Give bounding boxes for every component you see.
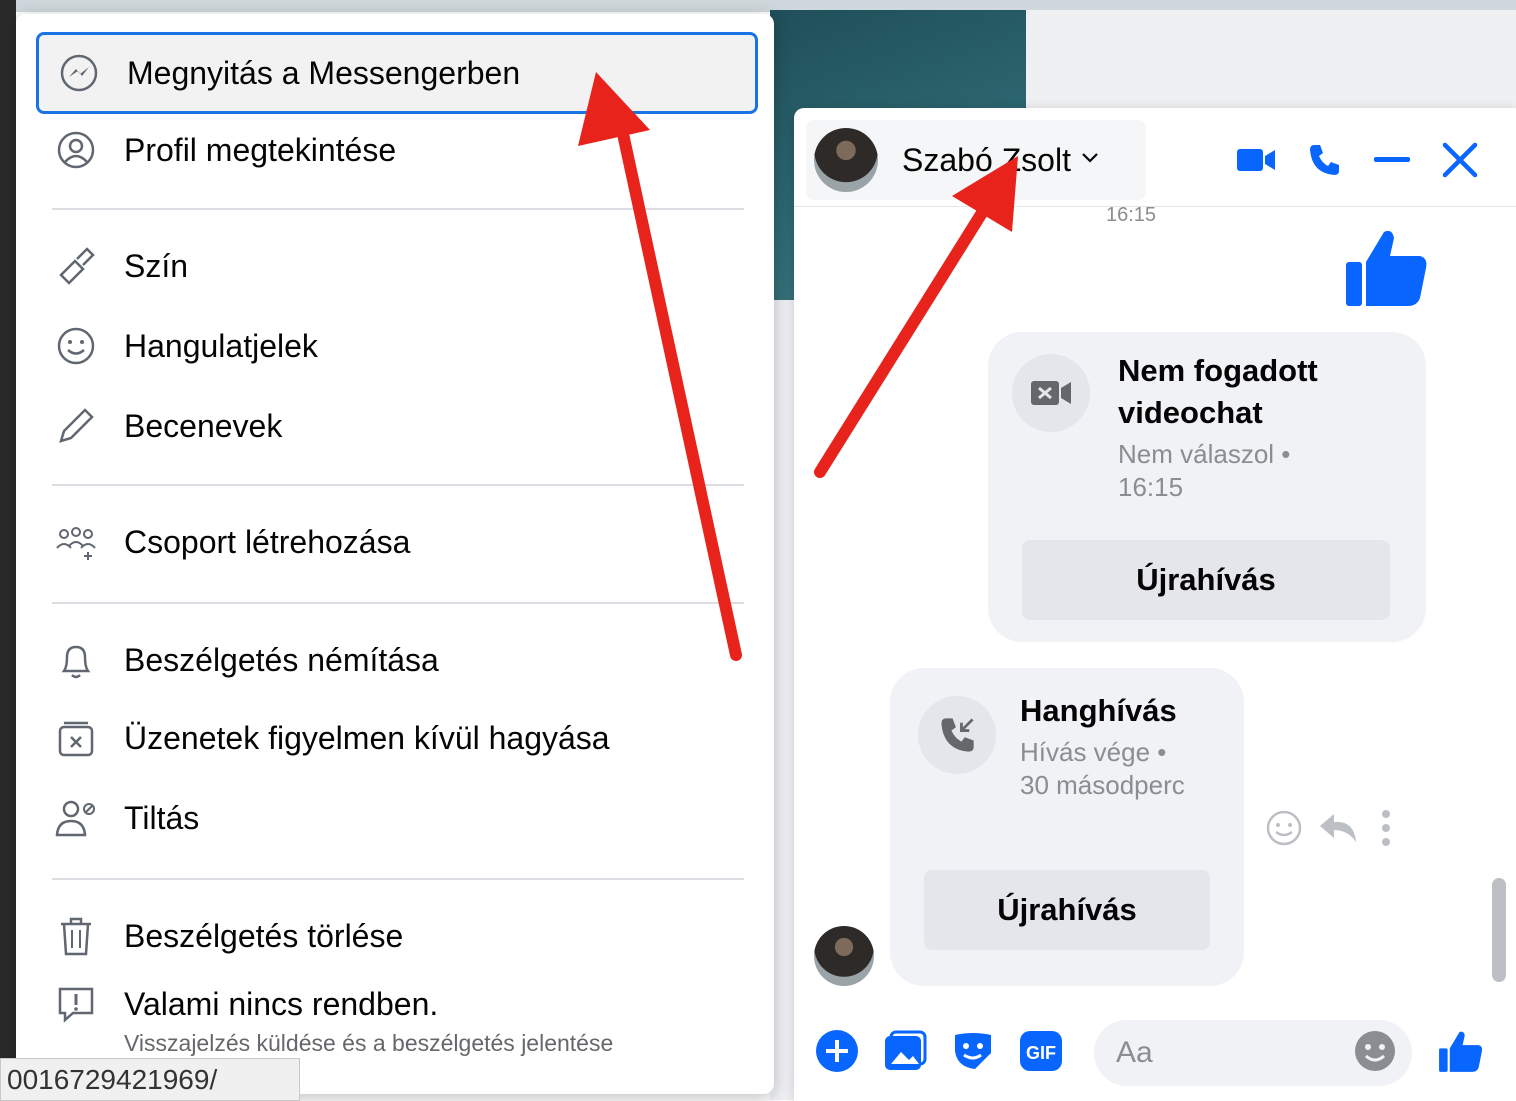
call-subtitle: Nem válaszol • 16:15 [1118,439,1291,502]
menu-item-ignore-messages[interactable]: Üzenetek figyelmen kívül hagyása [36,700,758,776]
ignore-messages-icon [50,712,102,764]
menu-item-block[interactable]: Tiltás [36,780,758,856]
photo-icon[interactable] [882,1028,928,1074]
emoji-icon[interactable] [1352,1028,1398,1074]
menu-divider [52,484,744,486]
menu-item-nicknames[interactable]: Becenevek [36,388,758,464]
pencil-icon [50,400,102,452]
menu-item-sublabel: Visszajelzés küldése és a beszélgetés je… [124,1030,614,1056]
menu-item-label: Beszélgetés némítása [124,641,439,678]
report-icon [50,978,102,1030]
menu-item-emoji[interactable]: Hangulatjelek [36,308,758,384]
chevron-down-icon [1081,151,1099,169]
menu-item-delete-conversation[interactable]: Beszélgetés törlése [36,898,758,974]
contact-name: Szabó Zsolt [902,141,1071,178]
react-emoji-icon[interactable] [1264,808,1304,853]
reply-icon[interactable] [1318,810,1358,849]
thumbs-up-icon[interactable] [1438,1028,1484,1074]
menu-item-label: Valami nincs rendben. [124,985,439,1022]
menu-item-label: Megnyitás a Messengerben [127,54,521,91]
call-title: Nem fogadott videochat [1118,353,1318,430]
bell-icon [50,634,102,686]
missed-videochat-bubble: Nem fogadott videochat Nem válaszol • 16… [988,332,1426,642]
menu-item-create-group[interactable]: Csoport létrehozása [36,504,758,580]
profile-icon [50,124,102,176]
missed-video-icon [1012,354,1090,432]
menu-item-open-in-messenger[interactable]: Megnyitás a Messengerben [36,32,758,114]
block-user-icon [50,792,102,844]
menu-item-label: Hangulatjelek [124,327,318,364]
menu-item-label: Tiltás [124,799,200,836]
menu-divider [52,878,744,880]
close-icon[interactable] [1438,138,1482,182]
scrollbar[interactable] [1492,878,1506,982]
avatar [814,128,878,192]
menu-item-color[interactable]: Szín [36,228,758,304]
menu-item-label: Profil megtekintése [124,131,397,168]
trash-icon [50,910,102,962]
chat-header: Szabó Zsolt [794,108,1516,207]
group-add-icon [50,516,102,568]
messenger-icon [53,47,105,99]
call-subtitle: Hívás vége • 30 másodperc [1020,737,1185,800]
smiley-icon [50,320,102,372]
background-left-strip [0,0,16,1101]
menu-divider [52,602,744,604]
call-title: Hanghívás [1020,693,1177,728]
incoming-call-icon [918,696,996,774]
phone-icon[interactable] [1302,138,1346,182]
chat-window: Szabó Zsolt 16:15 Nem fogadott videochat… [794,108,1516,1101]
message-composer: GIF [794,1008,1516,1101]
more-options-icon[interactable] [1380,808,1392,853]
background-right [1026,10,1516,108]
contact-avatar [814,926,874,986]
menu-item-label: Becenevek [124,407,283,444]
menu-item-label: Beszélgetés törlése [124,917,404,954]
menu-item-label: Csoport létrehozása [124,523,411,560]
call-back-button[interactable]: Újrahívás [924,870,1210,950]
contact-name-button[interactable]: Szabó Zsolt [806,120,1146,200]
paint-brush-icon [50,240,102,292]
minimize-icon[interactable] [1370,138,1414,182]
menu-divider [52,208,744,210]
menu-item-mute[interactable]: Beszélgetés némítása [36,622,758,698]
menu-item-view-profile[interactable]: Profil megtekintése [36,112,758,188]
message-timestamp: 16:15 [1106,204,1157,226]
status-bar-url: 0016729421969/ [0,1058,300,1101]
conversation-options-menu: Megnyitás a Messengerben Profil megtekin… [16,14,774,1094]
thumbs-up-sticker-icon [1344,226,1430,313]
video-call-icon[interactable] [1234,138,1278,182]
sticker-icon[interactable] [950,1028,996,1074]
plus-icon[interactable] [814,1028,860,1074]
voice-call-bubble: Hanghívás Hívás vége • 30 másodperc Újra… [890,668,1244,986]
svg-text:GIF: GIF [1026,1043,1056,1063]
menu-item-label: Üzenetek figyelmen kívül hagyása [124,719,610,756]
menu-item-label: Szín [124,247,189,284]
call-back-button[interactable]: Újrahívás [1022,540,1390,620]
gif-icon[interactable]: GIF [1018,1028,1064,1074]
